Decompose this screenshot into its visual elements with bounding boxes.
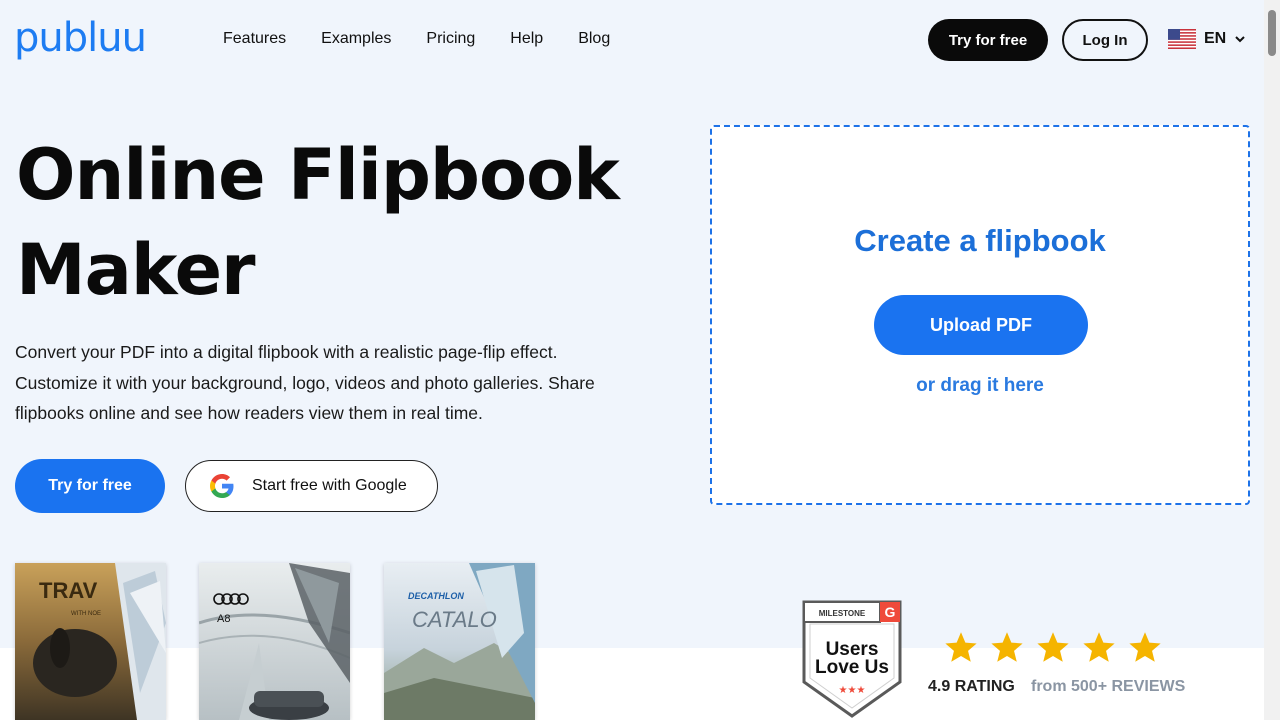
google-button-label: Start free with Google [252, 477, 407, 494]
thumb-travel-title: TRAV [39, 578, 98, 603]
language-label: EN [1204, 30, 1227, 47]
thumb-decathlon-brand: DECATHLON [408, 591, 464, 601]
star-icon [1129, 632, 1161, 662]
example-flipbook-decathlon[interactable]: DECATHLON CATALO [384, 563, 535, 720]
title-line-2: Maker [16, 229, 256, 311]
star-icon [945, 632, 977, 662]
badge-line-2: Love Us [815, 657, 889, 678]
google-signup-button[interactable]: Start free with Google [185, 460, 438, 512]
scrollbar-thumb[interactable] [1268, 10, 1276, 56]
hero-description: Convert your PDF into a digital flipbook… [15, 342, 595, 423]
thumb-travel-subtitle: WITH NOE [71, 611, 101, 617]
nav-pricing[interactable]: Pricing [426, 29, 475, 49]
g2-users-love-us-badge: MILESTONE G Users Love Us ★★★ [802, 600, 902, 718]
example-flipbook-audi[interactable]: A8 [199, 563, 350, 720]
scrollbar[interactable] [1264, 0, 1280, 720]
upload-title: Create a flipbook [854, 223, 1106, 258]
star-icon [1083, 632, 1115, 662]
site-header: publuu Features Examples Pricing Help Bl… [0, 0, 1264, 80]
try-free-header-button[interactable]: Try for free [928, 19, 1048, 61]
svg-text:★★★: ★★★ [839, 685, 866, 696]
nav-help[interactable]: Help [510, 29, 543, 49]
main-nav: Features Examples Pricing Help Blog [223, 29, 610, 49]
rating-value: 4.9 RATING [928, 678, 1015, 695]
drag-hint: or drag it here [916, 375, 1044, 396]
publuu-logo[interactable]: publuu [14, 14, 147, 62]
page-title: Online Flipbook Maker [16, 128, 656, 318]
nav-features[interactable]: Features [223, 29, 286, 49]
upload-dropzone[interactable]: Create a flipbook Upload PDF or drag it … [710, 125, 1250, 505]
reviews-count: from 500+ REVIEWS [1031, 678, 1186, 695]
travel-magazine-cover: TRAV WITH NOE [15, 563, 166, 720]
audi-catalog-cover: A8 [199, 563, 350, 720]
star-icon [991, 632, 1023, 662]
title-line-1: Online Flipbook [16, 134, 620, 216]
nav-examples[interactable]: Examples [321, 29, 391, 49]
star-icon [1037, 632, 1069, 662]
login-button[interactable]: Log In [1062, 19, 1148, 61]
chevron-down-icon [1235, 36, 1245, 43]
try-free-hero-button[interactable]: Try for free [15, 459, 165, 513]
example-flipbook-travel[interactable]: TRAV WITH NOE [15, 563, 166, 720]
g2-letter: G [885, 604, 896, 620]
rating-stars [943, 630, 1163, 666]
thumb-audi-model: A8 [217, 613, 230, 625]
upload-pdf-button[interactable]: Upload PDF [874, 295, 1088, 355]
sports-catalog-cover: DECATHLON CATALO [384, 563, 535, 720]
us-flag-icon [1168, 29, 1196, 49]
nav-blog[interactable]: Blog [578, 29, 610, 49]
thumb-decathlon-title: CATALO [412, 607, 497, 632]
google-icon [210, 474, 234, 498]
language-selector[interactable]: EN [1168, 29, 1246, 49]
badge-top-label: MILESTONE [819, 609, 866, 618]
